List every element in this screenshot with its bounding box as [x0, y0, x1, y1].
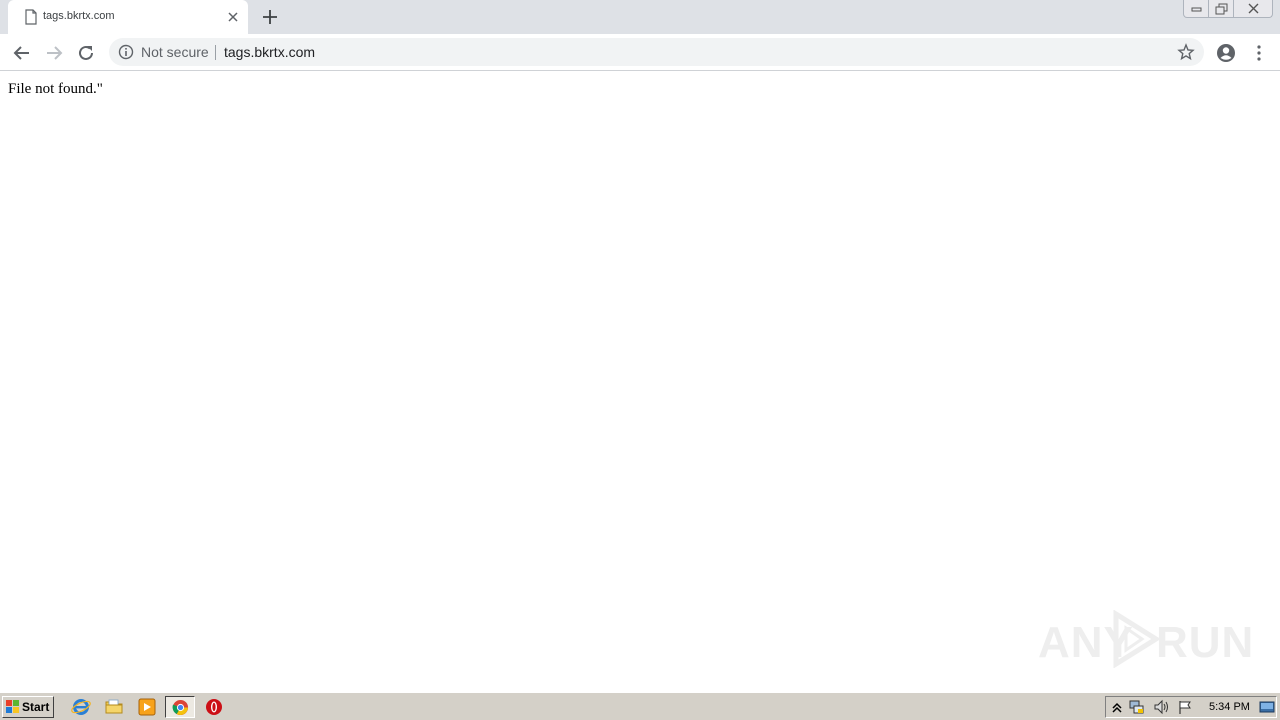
opera-icon[interactable] — [203, 697, 225, 717]
tab-title: tags.bkrtx.com — [43, 10, 115, 22]
start-label: Start — [22, 700, 50, 714]
close-icon — [1248, 3, 1259, 14]
new-tab-icon[interactable] — [260, 7, 280, 27]
page-viewport: File not found." — [0, 72, 1280, 692]
restore-button[interactable] — [1208, 0, 1234, 18]
start-button[interactable]: Start — [2, 696, 54, 718]
info-icon[interactable] — [118, 44, 134, 60]
show-desktop-icon[interactable] — [1259, 699, 1275, 715]
watermark-text-right: RUN — [1156, 618, 1255, 667]
page-icon — [25, 9, 37, 25]
reload-icon[interactable] — [75, 42, 97, 64]
tab-strip: tags.bkrtx.com — [0, 0, 1280, 34]
show-hidden-icons-icon[interactable] — [1109, 699, 1125, 715]
minimize-button[interactable] — [1183, 0, 1209, 18]
action-center-flag-icon[interactable] — [1177, 699, 1193, 715]
menu-kebab-icon[interactable] — [1248, 42, 1270, 64]
forward-arrow-icon[interactable] — [43, 42, 65, 64]
page-body-text: File not found." — [8, 81, 103, 97]
taskbar-clock[interactable]: 5:34 PM — [1209, 701, 1250, 713]
omnibox-divider — [215, 45, 216, 60]
chrome-taskbar-button[interactable] — [165, 696, 195, 718]
minimize-icon — [1191, 7, 1202, 12]
system-tray: 5:34 PM — [1105, 696, 1277, 718]
network-icon[interactable] — [1129, 699, 1145, 715]
browser-tab[interactable]: tags.bkrtx.com — [8, 0, 248, 34]
folder-icon[interactable] — [103, 697, 125, 717]
profile-avatar-icon[interactable] — [1215, 42, 1237, 64]
security-status[interactable]: Not secure — [141, 44, 209, 60]
windows-taskbar: Start 5:34 PM — [0, 692, 1280, 720]
chrome-icon — [172, 699, 189, 716]
play-logo-icon — [1113, 610, 1161, 668]
anyrun-watermark: ANY RUN — [1038, 608, 1253, 670]
browser-toolbar: Not secure tags.bkrtx.com — [0, 34, 1280, 71]
internet-explorer-icon[interactable] — [70, 697, 92, 717]
address-bar[interactable]: Not secure tags.bkrtx.com — [109, 38, 1204, 66]
close-tab-icon[interactable] — [225, 9, 241, 25]
media-player-icon[interactable] — [136, 697, 158, 717]
restore-icon — [1215, 3, 1228, 15]
back-arrow-icon[interactable] — [11, 42, 33, 64]
bookmark-star-icon[interactable] — [1177, 43, 1195, 61]
close-window-button[interactable] — [1233, 0, 1273, 18]
volume-icon[interactable] — [1153, 699, 1169, 715]
url-text[interactable]: tags.bkrtx.com — [224, 44, 315, 60]
windows-logo-icon — [6, 700, 19, 713]
